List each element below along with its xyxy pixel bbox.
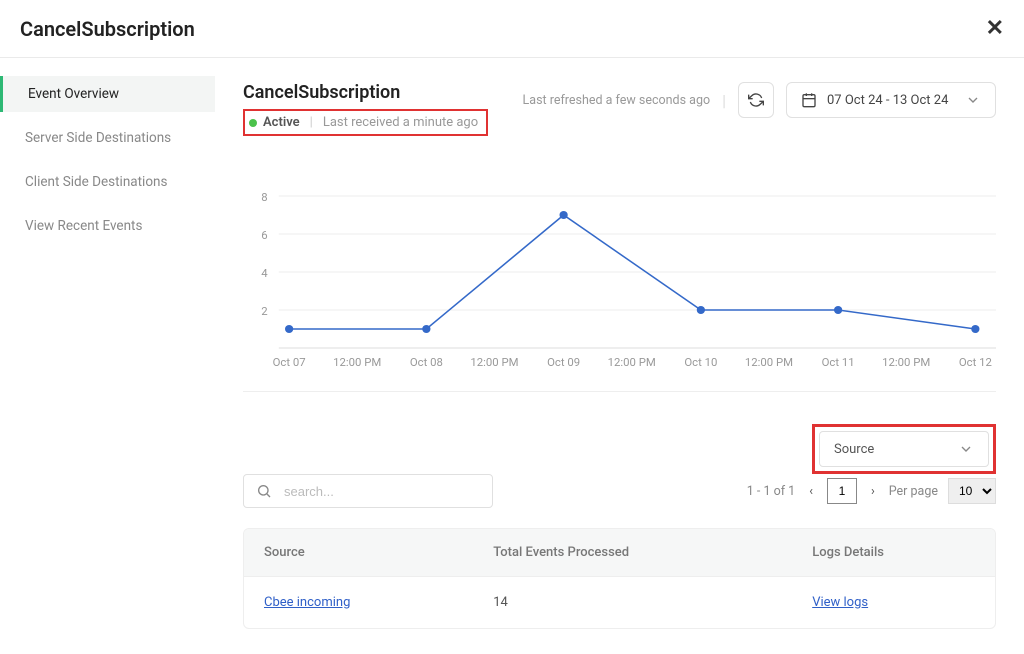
date-range-picker[interactable]: 07 Oct 24 - 13 Oct 24: [786, 82, 996, 118]
status-last-received: Last received a minute ago: [323, 115, 478, 130]
source-filter-label: Source: [834, 442, 874, 457]
per-page-label: Per page: [889, 484, 938, 499]
chart-point: [971, 325, 979, 333]
date-range-label: 07 Oct 24 - 13 Oct 24: [827, 93, 948, 108]
svg-text:12:00 PM: 12:00 PM: [882, 356, 930, 369]
chart-point: [559, 211, 567, 219]
svg-text:Oct 10: Oct 10: [684, 356, 717, 369]
svg-text:Oct 07: Oct 07: [273, 356, 306, 369]
svg-text:12:00 PM: 12:00 PM: [608, 356, 656, 369]
per-page-select[interactable]: 10: [948, 478, 996, 504]
chart-point: [422, 325, 430, 333]
chart-point: [285, 325, 293, 333]
close-icon[interactable]: ✕: [986, 16, 1004, 41]
view-logs-link[interactable]: View logs: [812, 595, 868, 610]
page-input[interactable]: [827, 478, 857, 504]
col-total: Total Events Processed: [473, 529, 792, 576]
prev-page-button[interactable]: ‹: [805, 484, 817, 499]
sidebar: Event Overview Server Side Destinations …: [0, 58, 215, 652]
last-refreshed-text: Last refreshed a few seconds ago: [523, 93, 711, 108]
search-icon: [256, 483, 272, 499]
sidebar-item-server-side[interactable]: Server Side Destinations: [0, 120, 215, 156]
chevron-down-icon: [965, 92, 981, 108]
svg-text:12:00 PM: 12:00 PM: [333, 356, 381, 369]
total-cell: 14: [473, 576, 792, 628]
refresh-icon: [748, 92, 764, 108]
event-chart: 8 6 4 2 Oct 07 1: [253, 181, 996, 381]
search-box[interactable]: [243, 474, 493, 508]
status-dot-icon: [249, 119, 257, 127]
svg-text:2: 2: [261, 305, 267, 318]
svg-text:12:00 PM: 12:00 PM: [745, 356, 793, 369]
chevron-down-icon: [958, 441, 974, 457]
next-page-button[interactable]: ›: [867, 484, 879, 499]
status-label: Active: [263, 115, 300, 130]
pagination: 1 - 1 of 1 ‹ › Per page 10: [747, 478, 996, 504]
chart-point: [697, 306, 705, 314]
pagination-summary: 1 - 1 of 1: [747, 484, 795, 499]
chart-point: [834, 306, 842, 314]
svg-text:Oct 08: Oct 08: [410, 356, 443, 369]
svg-text:Oct 12: Oct 12: [959, 356, 992, 369]
svg-text:Oct 11: Oct 11: [822, 356, 855, 369]
sidebar-item-recent-events[interactable]: View Recent Events: [0, 208, 215, 244]
svg-text:6: 6: [261, 229, 267, 242]
col-logs: Logs Details: [792, 529, 995, 576]
svg-text:4: 4: [261, 267, 268, 280]
page-title: CancelSubscription: [20, 17, 195, 41]
search-input[interactable]: [284, 484, 480, 499]
table-row: Cbee incoming 14 View logs: [244, 576, 995, 628]
source-filter-dropdown[interactable]: Source: [819, 431, 989, 467]
svg-text:8: 8: [261, 191, 267, 204]
col-source: Source: [244, 529, 473, 576]
event-title: CancelSubscription: [243, 82, 488, 103]
sidebar-item-client-side[interactable]: Client Side Destinations: [0, 164, 215, 200]
calendar-icon: [801, 92, 817, 108]
source-link[interactable]: Cbee incoming: [264, 595, 350, 610]
svg-text:Oct 09: Oct 09: [547, 356, 580, 369]
sidebar-item-event-overview[interactable]: Event Overview: [0, 76, 215, 112]
events-table: Source Total Events Processed Logs Detai…: [243, 528, 996, 629]
refresh-button[interactable]: [738, 82, 774, 118]
status-row: Active | Last received a minute ago: [243, 109, 488, 136]
svg-text:12:00 PM: 12:00 PM: [470, 356, 518, 369]
